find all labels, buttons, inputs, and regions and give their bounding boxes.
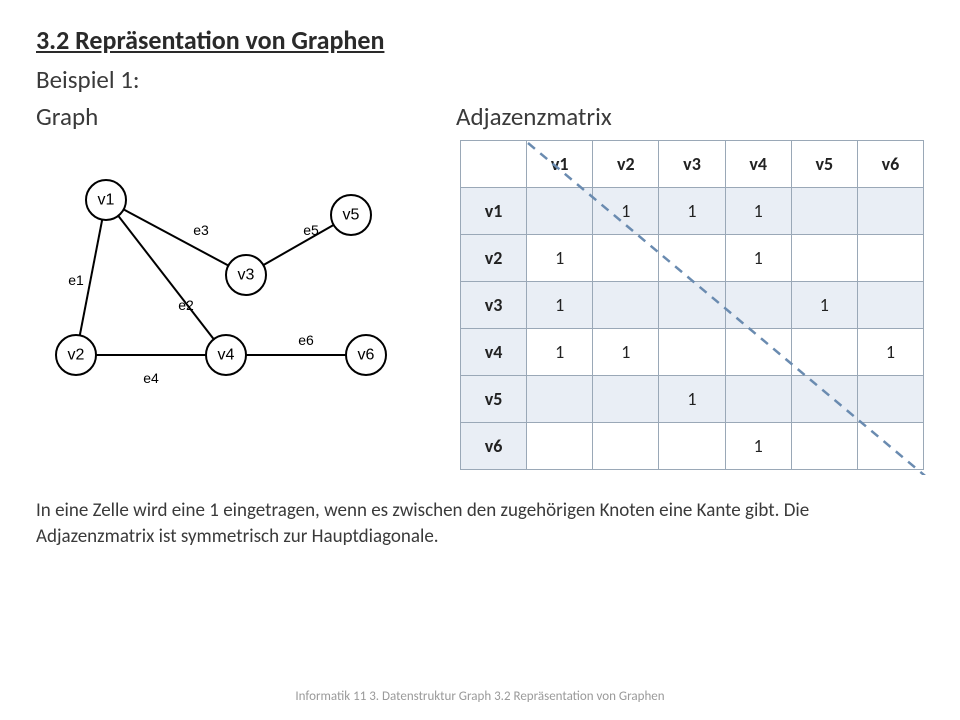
edge-label-e3: e3 [193,222,209,238]
col-header: v5 [791,141,857,188]
example-label: Beispiel 1: [36,64,924,95]
matrix-label: Adjazenzmatrix [456,101,924,132]
node-v1: v1 [98,192,115,209]
explanation-text: In eine Zelle wird eine 1 eingetragen, w… [36,498,896,549]
node-v5: v5 [343,207,360,224]
edge-label-e4: e4 [143,370,159,386]
edge-label-e2: e2 [178,297,194,313]
table-row: v4 111 [461,329,924,376]
table-row: v2 11 [461,235,924,282]
edge-label-e1: e1 [68,272,84,288]
table-row: v5 1 [461,376,924,423]
table-row: v3 11 [461,282,924,329]
graph-label: Graph [36,101,456,132]
col-header: v6 [857,141,923,188]
adjacency-matrix: v1 v2 v3 v4 v5 v6 v1 111 v2 11 v3 11 v4 [460,140,924,470]
col-header: v3 [659,141,725,188]
edge-label-e6: e6 [298,332,314,348]
col-header: v4 [725,141,791,188]
graph-diagram: e1 e2 e3 e4 e5 e6 v1 v2 v3 v4 v5 v6 [36,160,436,405]
col-header: v1 [527,141,593,188]
table-row: v6 1 [461,423,924,470]
page-footer: Informatik 11 3. Datenstruktur Graph 3.2… [0,689,960,704]
node-v6: v6 [358,347,375,364]
node-v3: v3 [238,267,255,284]
node-v2: v2 [68,347,85,364]
col-header: v2 [593,141,659,188]
table-row: v1 111 [461,188,924,235]
edge-label-e5: e5 [303,222,319,238]
node-v4: v4 [218,347,235,364]
section-heading: 3.2 Repräsentation von Graphen [36,24,924,56]
